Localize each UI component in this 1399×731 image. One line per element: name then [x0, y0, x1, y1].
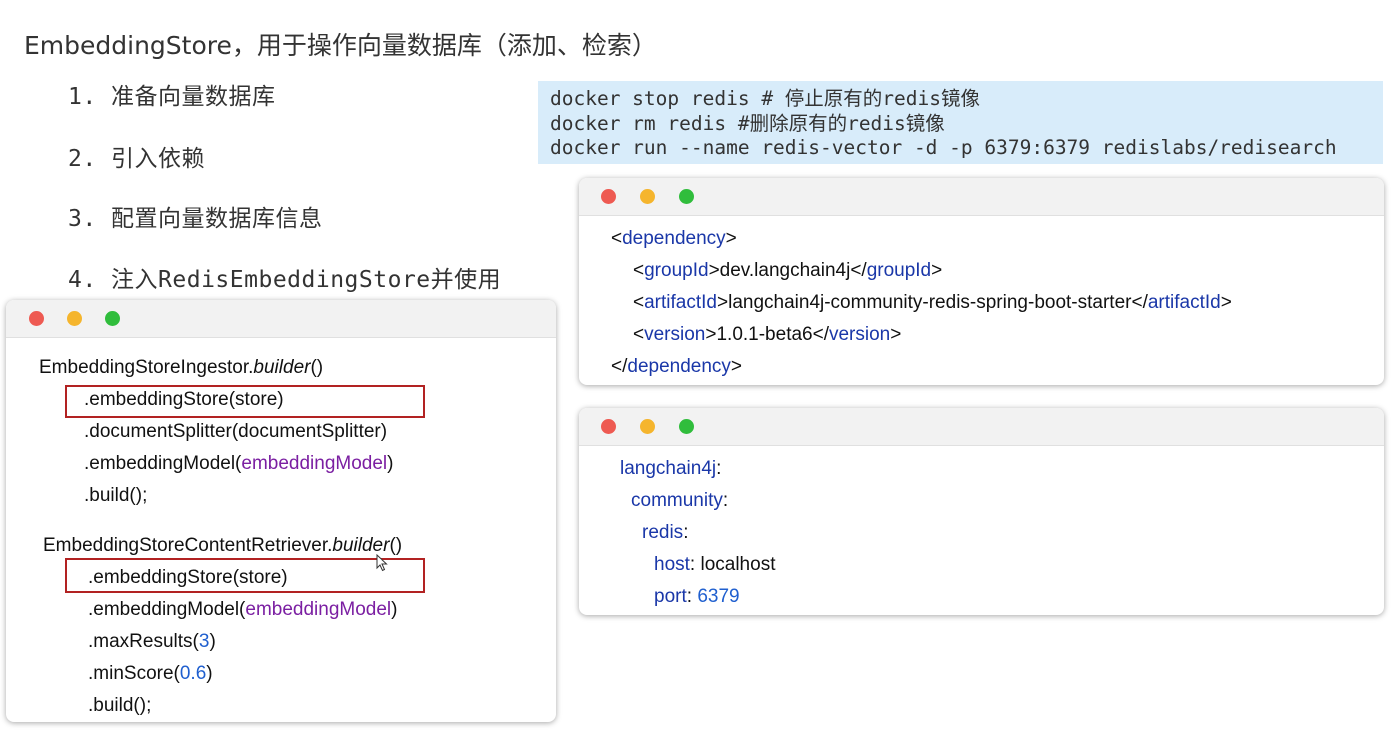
yaml-port-line: port: 6379 [654, 586, 740, 607]
retriever-minscore-line: .minScore(0.6) [88, 663, 213, 684]
highlight-box-retriever-store [65, 558, 425, 593]
minimize-dot-icon [640, 189, 655, 204]
close-dot-icon [29, 311, 44, 326]
maximize-dot-icon [105, 311, 120, 326]
docker-rm-line: docker rm redis #删除原有的redis镜像 [550, 111, 945, 135]
window-title-bar [579, 408, 1384, 446]
docker-commands-block: docker stop redis # 停止原有的redis镜像 docker r… [538, 81, 1383, 164]
window-title-bar [579, 178, 1384, 216]
close-dot-icon [601, 189, 616, 204]
retriever-model-line: .embeddingModel(embeddingModel) [88, 599, 398, 620]
step-3: 3. 配置向量数据库信息 [68, 206, 323, 232]
highlight-box-ingestor-store [65, 385, 425, 418]
java-code-window: EmbeddingStoreIngestor.builder() .embedd… [6, 300, 556, 722]
retriever-build-line: .build(); [88, 695, 152, 716]
yaml-code: langchain4j: community: redis: host: loc… [579, 446, 1384, 613]
dependency-open-line: <dependency> [611, 228, 737, 249]
yaml-root-line: langchain4j: [620, 458, 722, 479]
ingestor-builder-line: EmbeddingStoreIngestor.builder() [39, 357, 324, 378]
yaml-host-line: host: localhost [654, 554, 776, 575]
docker-stop-line: docker stop redis # 停止原有的redis镜像 [550, 87, 980, 110]
minimize-dot-icon [640, 419, 655, 434]
groupid-line: <groupId>dev.langchain4j</groupId> [633, 260, 943, 281]
yaml-redis-line: redis: [642, 522, 689, 543]
minimize-dot-icon [67, 311, 82, 326]
step-4: 4. 注入RedisEmbeddingStore并使用 [68, 267, 502, 293]
close-dot-icon [601, 419, 616, 434]
docker-run-line: docker run --name redis-vector -d -p 637… [550, 136, 1337, 159]
ingestor-splitter-line: .documentSplitter(documentSplitter) [84, 421, 388, 442]
mouse-cursor-icon [376, 553, 388, 576]
yaml-config-window: langchain4j: community: redis: host: loc… [579, 408, 1384, 615]
artifactid-line: <artifactId>langchain4j-community-redis-… [633, 292, 1232, 313]
dependency-close-line: </dependency> [611, 356, 743, 377]
ingestor-build-line: .build(); [84, 485, 148, 506]
retriever-maxresults-line: .maxResults(3) [88, 631, 216, 652]
yaml-community-line: community: [631, 490, 729, 511]
window-title-bar [6, 300, 556, 338]
page-title: EmbeddingStore，用于操作向量数据库（添加、检索） [24, 31, 657, 60]
version-line: <version>1.0.1-beta6</version> [633, 324, 902, 345]
step-1: 1. 准备向量数据库 [68, 84, 276, 110]
maximize-dot-icon [679, 419, 694, 434]
step-2: 2. 引入依赖 [68, 146, 206, 172]
maven-code: <dependency> <groupId>dev.langchain4j</g… [579, 216, 1384, 383]
ingestor-model-line: .embeddingModel(embeddingModel) [84, 453, 394, 474]
maximize-dot-icon [679, 189, 694, 204]
maven-dependency-window: <dependency> <groupId>dev.langchain4j</g… [579, 178, 1384, 385]
